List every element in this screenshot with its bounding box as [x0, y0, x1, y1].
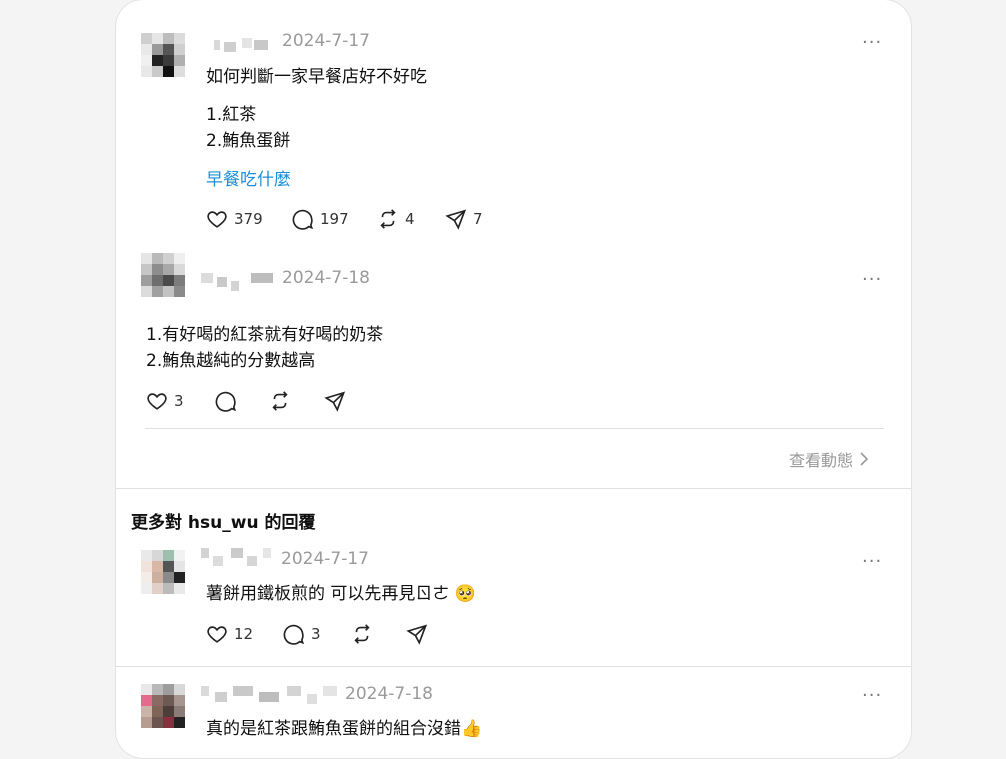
post-line: 1.紅茶 [206, 105, 257, 125]
like-count: 379 [234, 210, 263, 228]
comment-button[interactable]: 3 [283, 623, 321, 645]
repost-icon [272, 391, 288, 411]
like-button[interactable]: 379 [206, 208, 263, 230]
comment-button[interactable]: 197 [292, 208, 349, 230]
like-count: 3 [174, 392, 184, 410]
like-button[interactable]: 12 [206, 623, 253, 645]
reply-date: 2024-7-18 [345, 684, 433, 704]
comment-count: 197 [320, 210, 349, 228]
thread-card: 2024-7-17 ··· 如何判斷一家早餐店好不好吃 1.紅茶 2.鮪魚蛋餅 … [115, 0, 912, 759]
share-icon [324, 391, 346, 412]
reply-line: 1.有好喝的紅茶就有好喝的奶茶 [146, 325, 384, 345]
comment-button[interactable] [215, 390, 237, 412]
avatar[interactable] [141, 253, 191, 303]
view-activity-link[interactable]: 查看動態 [789, 447, 869, 471]
repost-icon [354, 624, 370, 644]
chevron-right-icon [860, 452, 869, 466]
username[interactable] [214, 36, 278, 58]
post-title: 如何判斷一家早餐店好不好吃 [206, 67, 427, 87]
comment-icon [292, 209, 314, 230]
like-button[interactable]: 3 [146, 390, 184, 412]
avatar[interactable] [141, 33, 191, 83]
post-line: 2.鮪魚蛋餅 [206, 131, 291, 151]
section-title: 更多對 hsu_wu 的回覆 [131, 513, 316, 533]
divider [116, 488, 911, 489]
avatar[interactable] [141, 684, 191, 734]
heart-icon [147, 393, 167, 410]
heart-icon [207, 211, 227, 228]
comment-count: 3 [311, 625, 321, 643]
reply-text: 薯餅用鐵板煎的 可以先再見ㄖㄜ 🥺 [206, 584, 476, 604]
share-icon [445, 209, 467, 230]
share-count: 7 [473, 210, 483, 228]
view-activity-label: 查看動態 [789, 451, 854, 470]
like-count: 12 [234, 625, 254, 643]
share-icon [406, 624, 428, 645]
share-button[interactable] [406, 623, 428, 645]
divider [145, 428, 884, 429]
repost-button[interactable]: 4 [377, 208, 415, 230]
share-button[interactable]: 7 [445, 208, 483, 230]
more-options-icon[interactable]: ··· [862, 687, 882, 705]
repost-button[interactable] [351, 623, 373, 645]
reply-date: 2024-7-17 [281, 549, 369, 569]
more-options-icon[interactable]: ··· [862, 34, 882, 52]
username[interactable] [201, 273, 279, 295]
reply-line: 2.鮪魚越純的分數越高 [146, 351, 316, 371]
comment-icon [215, 391, 237, 412]
comment-icon [283, 624, 305, 645]
avatar[interactable] [141, 550, 191, 600]
username[interactable] [201, 686, 341, 708]
repost-button[interactable] [269, 390, 291, 412]
reply-date: 2024-7-18 [282, 268, 370, 288]
more-options-icon[interactable]: ··· [862, 553, 882, 571]
repost-count: 4 [405, 210, 415, 228]
heart-icon [207, 626, 227, 643]
share-button[interactable] [324, 390, 346, 412]
divider [116, 666, 911, 667]
post-date: 2024-7-17 [282, 31, 370, 51]
topic-tag[interactable]: 早餐吃什麼 [206, 165, 291, 190]
repost-icon [380, 209, 396, 229]
reply-text: 真的是紅茶跟鮪魚蛋餅的組合沒錯👍 [206, 719, 483, 739]
username[interactable] [201, 548, 277, 570]
more-options-icon[interactable]: ··· [862, 271, 882, 289]
